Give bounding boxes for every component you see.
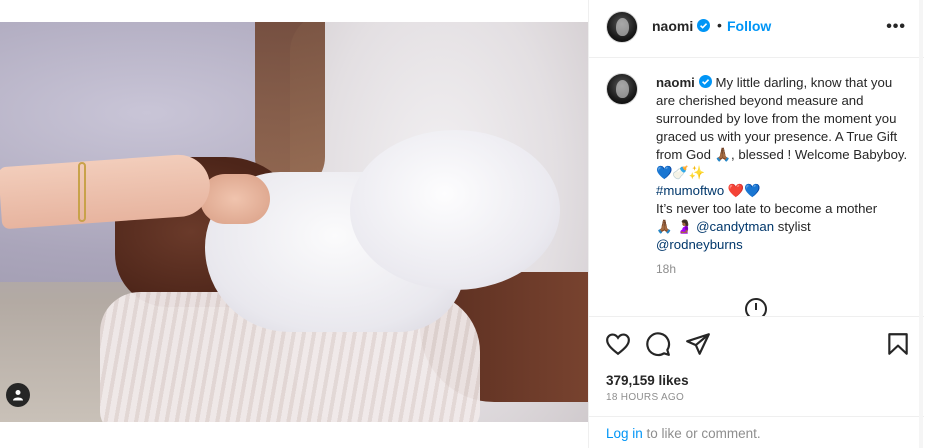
send-icon[interactable] <box>685 331 711 357</box>
login-rest-text: to like or comment. <box>642 426 761 441</box>
caption-avatar[interactable] <box>606 73 638 105</box>
photo-bracelet <box>78 162 86 222</box>
comments-section: naomi My little darling, know that you a… <box>589 58 924 316</box>
caption-text: It’s never too late to become a mother <box>656 201 878 216</box>
caption-emoji: 🙏🏾 🤰🏾 <box>656 219 697 234</box>
verified-badge-icon <box>698 75 712 88</box>
caption-text: stylist <box>774 219 811 234</box>
photo-baby-hat <box>350 130 560 290</box>
comment-icon[interactable] <box>645 331 671 357</box>
post-date[interactable]: 18 HOURS AGO <box>606 392 684 403</box>
user-tag-icon[interactable] <box>6 383 30 407</box>
login-text: Log in to like or comment. <box>606 426 761 441</box>
login-link[interactable]: Log in <box>606 426 643 441</box>
more-options-button[interactable]: ••• <box>886 18 906 36</box>
photo-baby-hand <box>200 174 270 224</box>
hashtag-link[interactable]: #mumoftwo <box>656 183 724 198</box>
heart-icon[interactable] <box>605 331 631 357</box>
username-text[interactable]: naomi <box>652 18 693 34</box>
photo-hair <box>255 22 325 192</box>
bookmark-icon[interactable] <box>885 331 911 357</box>
plus-circle-icon[interactable] <box>745 298 767 316</box>
header-username[interactable]: naomi <box>652 18 711 34</box>
verified-badge-icon <box>697 19 711 32</box>
scrollbar[interactable] <box>919 0 923 448</box>
action-bar <box>589 316 924 372</box>
post-header: naomi • Follow ••• <box>589 0 924 58</box>
follow-button[interactable]: Follow <box>727 18 771 34</box>
post-sidebar: naomi • Follow ••• naomi My little darli… <box>588 0 924 448</box>
login-prompt: Log in to like or comment. <box>589 416 924 448</box>
mention-link[interactable]: @rodneyburns <box>656 237 743 252</box>
caption-emoji: 💙🍼✨ <box>656 165 706 180</box>
caption-timestamp[interactable]: 18h <box>656 262 676 276</box>
post-caption: naomi My little darling, know that you a… <box>656 74 908 254</box>
avatar[interactable] <box>606 11 638 43</box>
caption-emoji: ❤️💙 <box>724 183 761 198</box>
like-count[interactable]: 379,159 likes <box>606 373 689 388</box>
mention-link[interactable]: @candytman <box>696 219 774 234</box>
separator-dot: • <box>717 17 722 33</box>
caption-username[interactable]: naomi <box>656 75 695 90</box>
post-photo[interactable] <box>0 22 588 422</box>
